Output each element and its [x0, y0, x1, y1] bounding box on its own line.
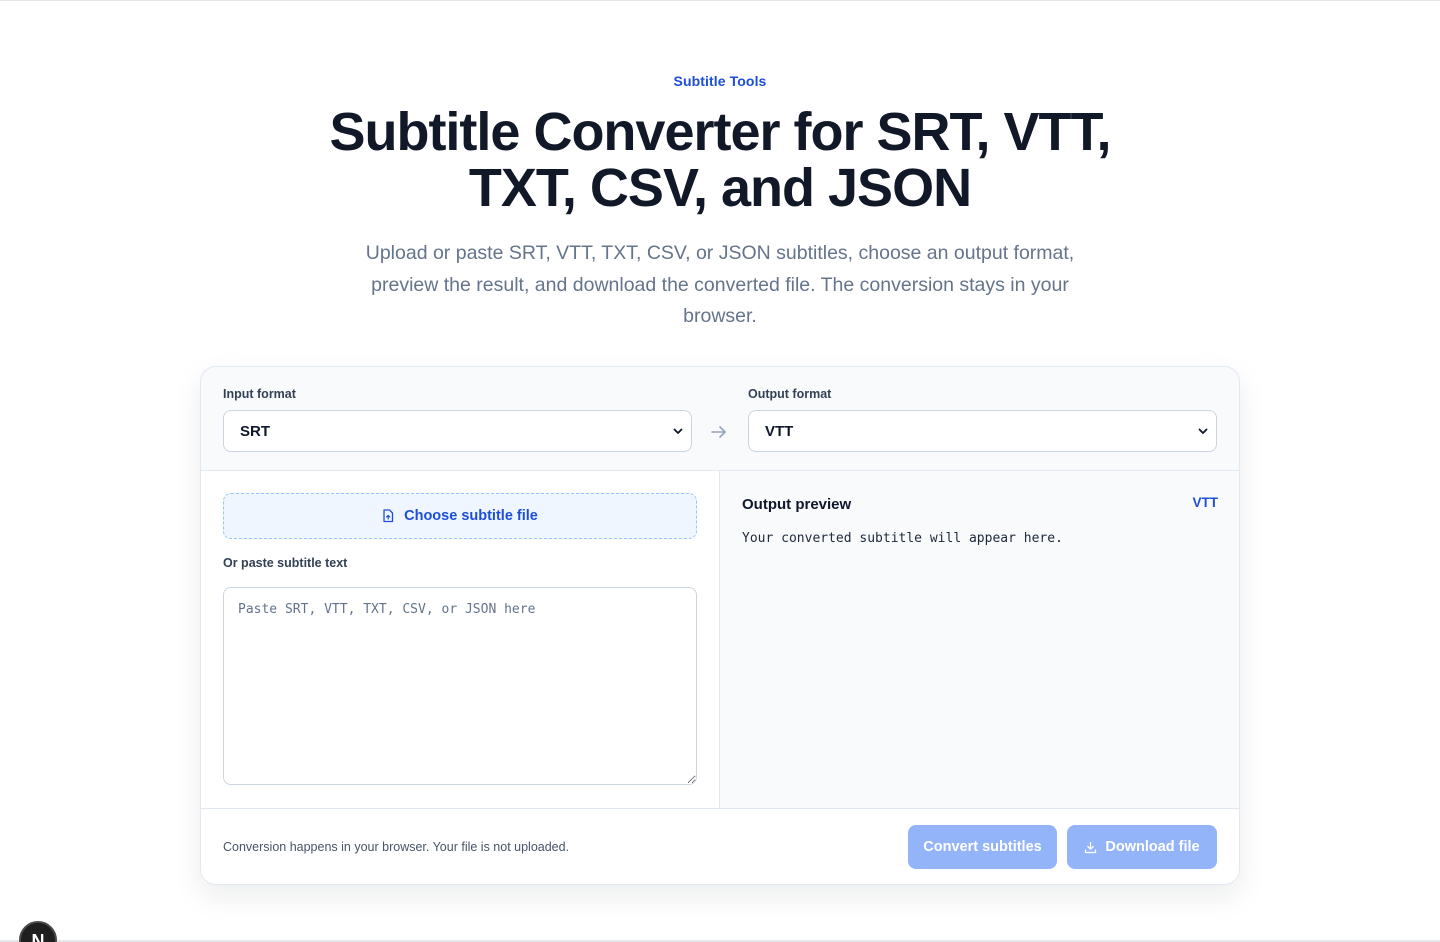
output-format-select[interactable]: VTT: [748, 410, 1217, 452]
privacy-note: Conversion happens in your browser. Your…: [223, 840, 570, 854]
subtitle-text-input[interactable]: [223, 587, 697, 785]
download-button[interactable]: Download file: [1067, 825, 1217, 869]
input-format-value: SRT: [240, 422, 270, 440]
output-format-badge: VTT: [1192, 495, 1219, 510]
page-title: Subtitle Converter for SRT, VTT, TXT, CS…: [329, 102, 1111, 218]
download-button-label: Download file: [1105, 839, 1200, 855]
download-icon: [1085, 841, 1097, 853]
output-format-value: VTT: [765, 422, 794, 440]
convert-button[interactable]: Convert subtitles: [908, 825, 1057, 869]
top-divider: [0, 0, 1440, 1]
output-format-label: Output format: [748, 387, 832, 401]
nextjs-icon[interactable]: N: [19, 921, 57, 942]
card-footer: Conversion happens in your browser. Your…: [201, 808, 1239, 884]
convert-button-label: Convert subtitles: [923, 839, 1042, 855]
choose-file-button[interactable]: Choose subtitle file: [223, 493, 697, 539]
arrow-right-icon: [711, 426, 726, 438]
nextjs-icon-letter: N: [31, 931, 45, 942]
chevron-down-icon: [673, 428, 683, 434]
paste-label: Or paste subtitle text: [223, 556, 348, 570]
output-preview-title: Output preview: [742, 496, 852, 513]
input-pane: Choose subtitle file Or paste subtitle t…: [201, 471, 720, 808]
file-upload-icon: [383, 509, 394, 523]
chevron-down-icon: [1198, 428, 1208, 434]
output-preview-text: Your converted subtitle will appear here…: [742, 531, 1063, 546]
choose-file-label: Choose subtitle file: [404, 508, 538, 524]
input-format-label: Input format: [223, 387, 296, 401]
output-preview-pane: Output preview VTT Your converted subtit…: [720, 471, 1239, 808]
format-selector-bar: Input format SRT Output format VTT: [201, 367, 1239, 471]
eyebrow-label: Subtitle Tools: [673, 73, 767, 89]
input-format-select[interactable]: SRT: [223, 410, 692, 452]
converter-card: Input format SRT Output format VTT Choos…: [200, 366, 1240, 885]
page-subtitle: Upload or paste SRT, VTT, TXT, CSV, or J…: [365, 242, 1075, 327]
